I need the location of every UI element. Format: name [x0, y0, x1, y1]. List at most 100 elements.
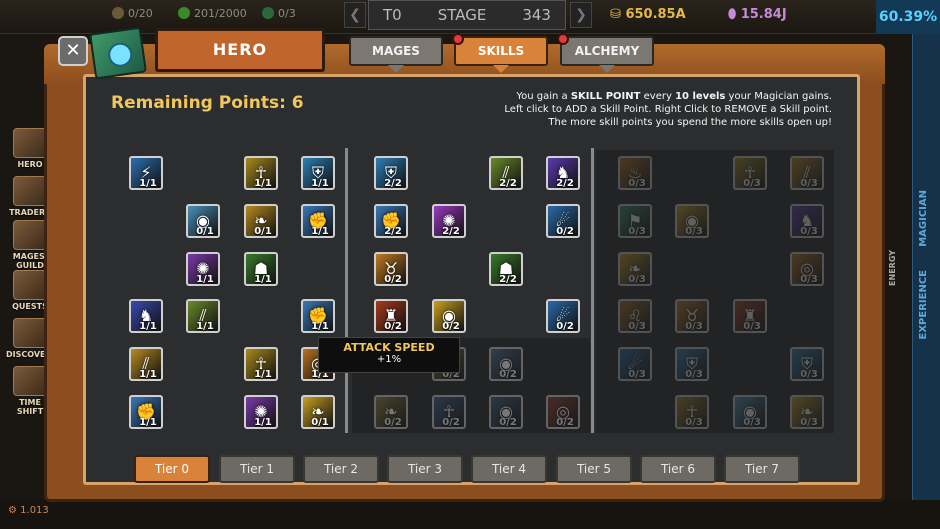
shield-skill-slot: ⛨ 0/3 [675, 347, 709, 381]
skill-count: 0/3 [743, 321, 761, 332]
claw-skill-slot[interactable]: ⫽ 1/1 [129, 347, 163, 381]
figure-skill-slot[interactable]: ☥ 0/2 [432, 395, 466, 429]
skill-count: 1/1 [254, 178, 272, 189]
flame-skill-slot: ♨ 0/3 [618, 156, 652, 190]
wing-skill-slot: ❧ 0/3 [618, 252, 652, 286]
shield-skill-slot: ⛨ 0/3 [790, 347, 824, 381]
comet-skill-slot[interactable]: ☄ 0/2 [546, 204, 580, 238]
skill-count: 0/2 [384, 417, 402, 428]
info-line-1: You gain a SKILL POINT every 10 levels y… [516, 91, 832, 102]
skill-count: 1/1 [139, 178, 157, 189]
runner-skill-slot[interactable]: ♜ 0/2 [374, 299, 408, 333]
stage-next-button[interactable]: ❯ [570, 2, 592, 28]
figure-skill-slot[interactable]: ☥ 1/1 [244, 347, 278, 381]
figure-skill-slot[interactable]: ☥ 1/1 [244, 156, 278, 190]
skill-count: 0/3 [800, 417, 818, 428]
skill-count: 1/1 [254, 417, 272, 428]
skill-count: 2/2 [384, 178, 402, 189]
magician-label: MAGICIAN [918, 190, 929, 247]
claw-skill-slot: ⫽ 0/3 [790, 156, 824, 190]
skill-count: 0/3 [743, 178, 761, 189]
orb-skill-slot[interactable]: ◉ 0/2 [489, 347, 523, 381]
skill-count: 0/3 [800, 178, 818, 189]
time-shift-icon [13, 366, 47, 396]
skill-count: 0/3 [800, 274, 818, 285]
orb-skill-slot: ◉ 0/3 [733, 395, 767, 429]
wing-skill-slot[interactable]: ❧ 0/2 [374, 395, 408, 429]
tab-alchemy[interactable]: ALCHEMY [560, 36, 654, 66]
lightning-skill-slot[interactable]: ⚡ 1/1 [129, 156, 163, 190]
tier-tab-4[interactable]: Tier 4 [471, 455, 547, 483]
skill-count: 0/3 [628, 321, 646, 332]
fox-skill-slot[interactable]: ♉ 0/2 [374, 252, 408, 286]
skill-count: 0/3 [685, 369, 703, 380]
claw-skill-slot[interactable]: ⫽ 1/1 [186, 299, 220, 333]
wing-skill-slot[interactable]: ❧ 0/1 [301, 395, 335, 429]
dragon-skill-slot[interactable]: ♞ 2/2 [546, 156, 580, 190]
tier-tab-5[interactable]: Tier 5 [556, 455, 632, 483]
stage-display: T0 STAGE 343 [368, 0, 566, 30]
figure-skill-slot: ☥ 0/3 [733, 156, 767, 190]
skill-tooltip: ATTACK SPEED +1% [318, 337, 460, 373]
hero-title-button[interactable]: HERO [155, 28, 325, 72]
info-line-2: Left click to ADD a Skill Point. Right C… [504, 104, 832, 115]
resource-1: 0/20 [112, 7, 153, 20]
cauldron-skill-slot[interactable]: ☗ 2/2 [489, 252, 523, 286]
mana-amount: ⬮ 15.84J [728, 7, 787, 22]
skill-count: 1/1 [254, 369, 272, 380]
eye-skill-slot[interactable]: ◉ 0/2 [432, 299, 466, 333]
orb-skill-slot[interactable]: ◉ 0/2 [489, 395, 523, 429]
close-button[interactable]: ✕ [58, 36, 88, 66]
fist-skill-slot[interactable]: ✊ 1/1 [301, 204, 335, 238]
tier-tab-3[interactable]: Tier 3 [387, 455, 463, 483]
fist-skill-slot[interactable]: ✊ 1/1 [301, 299, 335, 333]
skill-count: 0/2 [499, 369, 517, 380]
tab-mages[interactable]: MAGES [349, 36, 443, 66]
skill-count: 0/2 [556, 321, 574, 332]
shield-skill-slot[interactable]: ⛨ 1/1 [301, 156, 335, 190]
tier-tab-6[interactable]: Tier 6 [640, 455, 716, 483]
skill-count: 2/2 [499, 274, 517, 285]
gold-amount: ⛁ 650.85A [610, 7, 686, 22]
tier-tab-1[interactable]: Tier 1 [219, 455, 295, 483]
shield-skill-slot[interactable]: ⛨ 2/2 [374, 156, 408, 190]
stage-prev-button[interactable]: ❮ [344, 2, 366, 28]
aura-skill-slot[interactable]: ✺ 1/1 [186, 252, 220, 286]
gear-icon[interactable]: ⚙ [8, 505, 17, 516]
resource-2: 201/2000 [178, 7, 247, 20]
skill-count: 2/2 [442, 226, 460, 237]
skill-count: 0/3 [685, 226, 703, 237]
skill-count: 0/2 [384, 321, 402, 332]
quests-icon [13, 270, 47, 300]
tooltip-value: +1% [376, 354, 402, 365]
aura-skill-slot[interactable]: ✺ 1/1 [244, 395, 278, 429]
skill-count: 0/3 [743, 417, 761, 428]
fist-skill-slot[interactable]: ✊ 2/2 [374, 204, 408, 238]
tab-skills[interactable]: SKILLS [454, 36, 548, 66]
aura-skill-slot[interactable]: ✺ 2/2 [432, 204, 466, 238]
stage-value: 343 [522, 6, 551, 24]
skills-notification-badge [452, 33, 464, 45]
claw-skill-slot[interactable]: ⫽ 2/2 [489, 156, 523, 190]
skill-count: 0/2 [556, 417, 574, 428]
skill-count: 0/1 [254, 226, 272, 237]
tooltip-title: ATTACK SPEED [343, 341, 435, 354]
guild-icon [13, 220, 47, 250]
alchemy-notification-badge [557, 33, 569, 45]
target-skill-slot[interactable]: ◎ 0/2 [546, 395, 580, 429]
tier-tab-0[interactable]: Tier 0 [134, 455, 210, 483]
tier-tab-7[interactable]: Tier 7 [724, 455, 800, 483]
wing-skill-slot[interactable]: ❧ 0/1 [244, 204, 278, 238]
fist-skill-slot[interactable]: ✊ 1/1 [129, 395, 163, 429]
orb-skill-slot[interactable]: ◉ 0/1 [186, 204, 220, 238]
cauldron-skill-slot[interactable]: ☗ 1/1 [244, 252, 278, 286]
skill-count: 0/3 [628, 274, 646, 285]
comet-skill-slot[interactable]: ☄ 0/2 [546, 299, 580, 333]
skill-count: 0/3 [800, 369, 818, 380]
tab-skills-pointer [493, 65, 509, 73]
tier-tab-2[interactable]: Tier 2 [303, 455, 379, 483]
skill-count: 0/2 [442, 417, 460, 428]
progress-percent: 60.39% [876, 0, 940, 34]
skill-count: 1/1 [311, 321, 329, 332]
dragon-skill-slot[interactable]: ♞ 1/1 [129, 299, 163, 333]
